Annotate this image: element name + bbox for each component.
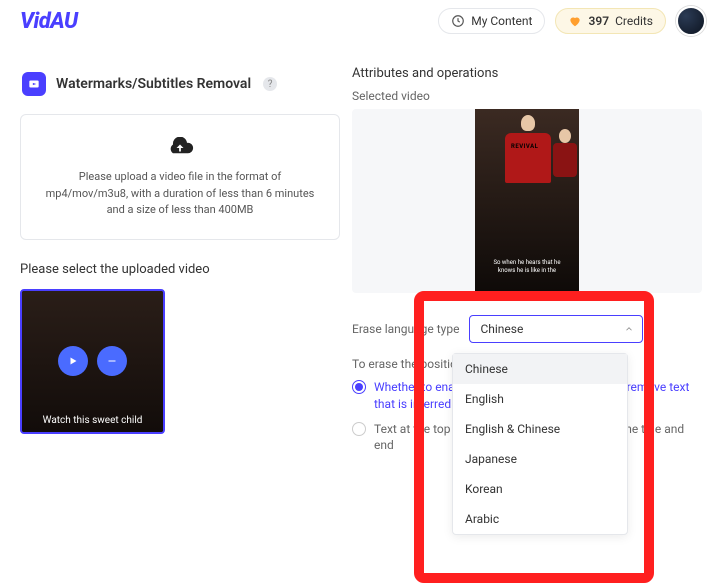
chevron-up-icon <box>624 324 634 334</box>
avatar[interactable] <box>676 6 706 36</box>
language-select-value: Chinese <box>480 322 523 336</box>
preview-shirt-text: REVIVAL <box>511 143 538 150</box>
credits-count: 397 <box>588 14 609 28</box>
video-preview: REVIVAL So when he hears that he knows h… <box>352 109 702 293</box>
credits-button[interactable]: 397 Credits <box>555 8 666 34</box>
language-option[interactable]: Chinese <box>453 354 627 384</box>
minus-icon <box>106 355 118 367</box>
header-actions: My Content 397 Credits <box>438 6 706 36</box>
feature-header: Watermarks/Subtitles Removal ? <box>22 72 340 96</box>
language-option[interactable]: English <box>453 384 627 414</box>
video-thumbnail[interactable]: Watch this sweet child <box>20 289 165 434</box>
preview-person-2 <box>553 129 577 179</box>
video-preview-content: REVIVAL So when he hears that he knows h… <box>475 109 579 293</box>
info-icon[interactable]: ? <box>263 77 277 91</box>
language-select[interactable]: Chinese <box>469 315 643 343</box>
left-column: Watermarks/Subtitles Removal ? Please up… <box>20 52 340 454</box>
right-column: Attributes and operations Selected video… <box>340 52 720 454</box>
language-option[interactable]: Japanese <box>453 444 627 474</box>
radio-icon-checked <box>352 380 366 394</box>
my-content-label: My Content <box>471 14 532 28</box>
language-option[interactable]: Arabic <box>453 504 627 534</box>
watermark-feature-icon <box>22 72 46 96</box>
clock-icon <box>451 14 465 28</box>
language-option[interactable]: English & Chinese <box>453 414 627 444</box>
main-layout: Watermarks/Subtitles Removal ? Please up… <box>0 42 720 454</box>
upload-zone[interactable]: Please upload a video file in the format… <box>20 114 340 240</box>
app-header: VidAU My Content 397 Credits <box>0 0 720 42</box>
language-option[interactable]: Korean <box>453 474 627 504</box>
heart-icon <box>568 14 582 28</box>
radio-icon-unchecked <box>352 422 366 436</box>
thumbnail-caption: Watch this sweet child <box>22 415 163 426</box>
language-dropdown[interactable]: ChineseEnglishEnglish & ChineseJapaneseK… <box>452 353 628 535</box>
video-thumbnail-bg <box>22 291 163 432</box>
language-row: Erase language type Chinese <box>352 315 702 343</box>
my-content-button[interactable]: My Content <box>438 8 545 34</box>
attributes-title: Attributes and operations <box>352 66 702 81</box>
selected-video-label: Selected video <box>352 89 702 103</box>
feature-title: Watermarks/Subtitles Removal <box>56 76 251 92</box>
cloud-upload-icon <box>166 137 194 159</box>
select-uploaded-label: Please select the uploaded video <box>20 262 340 277</box>
credits-label: Credits <box>615 14 653 28</box>
preview-caption: So when he hears that he knows he is lik… <box>475 259 579 275</box>
play-icon <box>67 355 79 367</box>
upload-instructions: Please upload a video file in the format… <box>39 169 321 219</box>
remove-button[interactable] <box>97 346 127 376</box>
brand-logo[interactable]: VidAU <box>20 9 78 34</box>
play-button[interactable] <box>58 346 88 376</box>
preview-person-1: REVIVAL <box>505 115 551 185</box>
erase-language-label: Erase language type <box>352 322 459 336</box>
